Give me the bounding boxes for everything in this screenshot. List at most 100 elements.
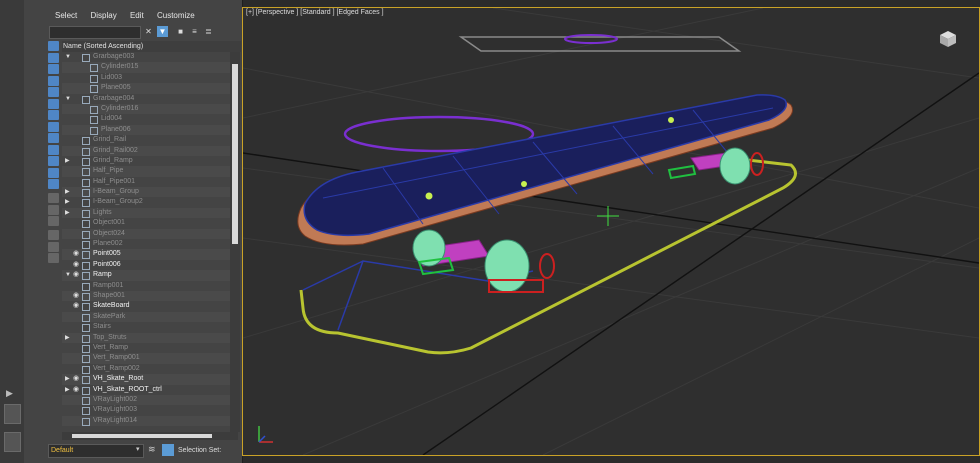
list-item[interactable]: Half_Pipe [62, 166, 230, 177]
eye-icon[interactable]: ◉ [73, 270, 81, 280]
list-item[interactable]: ▼ Grarbage003 [62, 52, 230, 62]
front-wheel[interactable] [484, 239, 530, 293]
list-item[interactable]: Plane006 [62, 124, 230, 136]
list-item[interactable]: VRayLight002 [62, 394, 230, 406]
layer-icon[interactable]: ≣ [203, 26, 214, 37]
layers-icon[interactable] [48, 253, 59, 263]
layer-dropdown[interactable]: Default [48, 444, 144, 458]
filter-containers-button[interactable] [48, 144, 59, 155]
filter-bones-button[interactable] [48, 133, 59, 143]
eye-icon[interactable]: ◉ [73, 249, 81, 259]
filter-spacewarps-button[interactable] [48, 98, 59, 109]
chevron-down-icon[interactable]: ▼ [65, 94, 71, 104]
chevron-right-icon[interactable]: ▶ [65, 208, 71, 218]
list-item[interactable]: Grind_Rail [62, 135, 230, 146]
chevron-right-icon[interactable]: ▶ [65, 374, 71, 384]
list-item[interactable]: VRayLight014 [62, 415, 230, 427]
list-item[interactable]: ◉ Shape001 [62, 290, 230, 302]
eye-icon[interactable]: ◉ [73, 385, 81, 395]
view-cube-icon[interactable] [939, 30, 957, 48]
pivot-point[interactable] [425, 192, 433, 200]
list-item[interactable]: ▶ Grind_Ramp [62, 156, 230, 166]
search-input[interactable] [49, 26, 141, 39]
display-options-button[interactable] [48, 216, 59, 226]
filter-groups-button[interactable] [48, 110, 59, 120]
list-item[interactable]: ▶ Lights [62, 207, 230, 219]
layers-icon[interactable]: ≋ [148, 444, 156, 455]
display-none-button[interactable] [48, 193, 59, 203]
list-item[interactable]: Object001 [62, 218, 230, 229]
filter-geometry-button[interactable] [48, 41, 59, 51]
funnel-icon[interactable] [48, 241, 59, 252]
list-item[interactable]: Vert_Ramp002 [62, 364, 230, 374]
filter-all-button[interactable] [48, 179, 59, 189]
green-helper[interactable] [667, 164, 697, 180]
list-item[interactable]: Lid004 [62, 114, 230, 125]
menu-display[interactable]: Display [90, 8, 116, 24]
strip-button[interactable] [4, 432, 21, 452]
close-icon[interactable]: ✕ [143, 26, 154, 37]
chevron-down-icon[interactable]: ▾ [136, 445, 140, 453]
lock-icon[interactable]: ■ [175, 26, 186, 37]
list-item[interactable]: Vert_Ramp [62, 343, 230, 353]
list-item[interactable]: Ramp001 [62, 281, 230, 291]
purple-ring-small[interactable] [564, 34, 618, 44]
filter-lights-button[interactable] [48, 64, 59, 74]
strip-button[interactable] [4, 404, 21, 424]
chevron-right-icon[interactable]: ▶ [65, 197, 71, 207]
filter-icon[interactable]: ▼ [157, 26, 168, 37]
chevron-down-icon[interactable]: ▼ [65, 270, 71, 280]
list-item[interactable]: ◉ Point005 [62, 249, 230, 260]
chevron-right-icon[interactable]: ▶ [65, 156, 71, 166]
filter-helpers-button[interactable] [48, 87, 59, 97]
list-horizontal-scrollbar[interactable] [62, 432, 238, 440]
red-control[interactable] [539, 253, 555, 279]
list-item[interactable]: Lid003 [62, 73, 230, 83]
list-item[interactable]: ▶ I-Beam_Group [62, 187, 230, 198]
display-invert-button[interactable] [48, 204, 59, 215]
pivot-point[interactable] [668, 117, 674, 123]
chevron-right-icon[interactable]: ▶ [65, 187, 71, 197]
list-item[interactable]: Plane005 [62, 83, 230, 94]
funnel-icon[interactable] [48, 230, 59, 240]
filter-shapes-button[interactable] [48, 52, 59, 63]
perspective-viewport[interactable]: [+] [Perspective ] [Standard ] [Edged Fa… [242, 7, 980, 456]
list-item[interactable]: Plane002 [62, 239, 230, 250]
filter-frozen-button[interactable] [48, 156, 59, 166]
list-item[interactable]: Half_Pipe001 [62, 177, 230, 187]
list-item[interactable]: ◉ ▶ VH_Skate_Root [62, 374, 230, 385]
menu-customize[interactable]: Customize [157, 8, 195, 24]
filter-cameras-button[interactable] [48, 75, 59, 86]
eye-icon[interactable]: ◉ [73, 374, 81, 384]
menu-select[interactable]: Select [55, 8, 77, 24]
list-item[interactable]: Grind_Rail002 [62, 145, 230, 156]
chevron-down-icon[interactable]: ▼ [65, 52, 71, 62]
list-item[interactable]: Cylinder016 [62, 103, 230, 115]
list-item[interactable]: ◉ ▶ VH_Skate_ROOT_ctrl [62, 385, 230, 395]
list-item[interactable]: SkatePark [62, 311, 230, 323]
plane-object[interactable] [458, 36, 742, 52]
eye-icon[interactable]: ◉ [73, 260, 81, 270]
list-item[interactable]: Object024 [62, 228, 230, 240]
hierarchy-view-icon[interactable] [162, 444, 174, 456]
list-item[interactable]: VRayLight003 [62, 405, 230, 416]
filter-hidden-button[interactable] [48, 167, 59, 178]
pivot-point[interactable] [521, 181, 527, 187]
list-item[interactable]: ▶ Top_Struts [62, 332, 230, 343]
list-item[interactable]: Stairs [62, 322, 230, 333]
list-item[interactable]: Cylinder015 [62, 62, 230, 73]
list-item[interactable]: ▼ Grarbage004 [62, 94, 230, 104]
filter-xrefs-button[interactable] [48, 121, 59, 132]
eye-icon[interactable]: ◉ [73, 291, 81, 301]
hierarchy-icon[interactable]: ≡ [189, 26, 200, 37]
list-item[interactable]: ◉ ▼ Ramp [62, 270, 230, 281]
menu-edit[interactable]: Edit [130, 8, 144, 24]
list-item[interactable]: ◉ SkateBoard [62, 301, 230, 312]
red-control[interactable] [750, 152, 764, 176]
list-header[interactable]: Name (Sorted Ascending) [62, 41, 241, 52]
chevron-right-icon[interactable]: ▶ [65, 333, 71, 343]
eye-icon[interactable]: ◉ [73, 301, 81, 311]
rear-wheel[interactable] [719, 147, 751, 185]
chevron-right-icon[interactable]: ▶ [65, 385, 71, 395]
list-vertical-scrollbar[interactable] [230, 52, 240, 432]
